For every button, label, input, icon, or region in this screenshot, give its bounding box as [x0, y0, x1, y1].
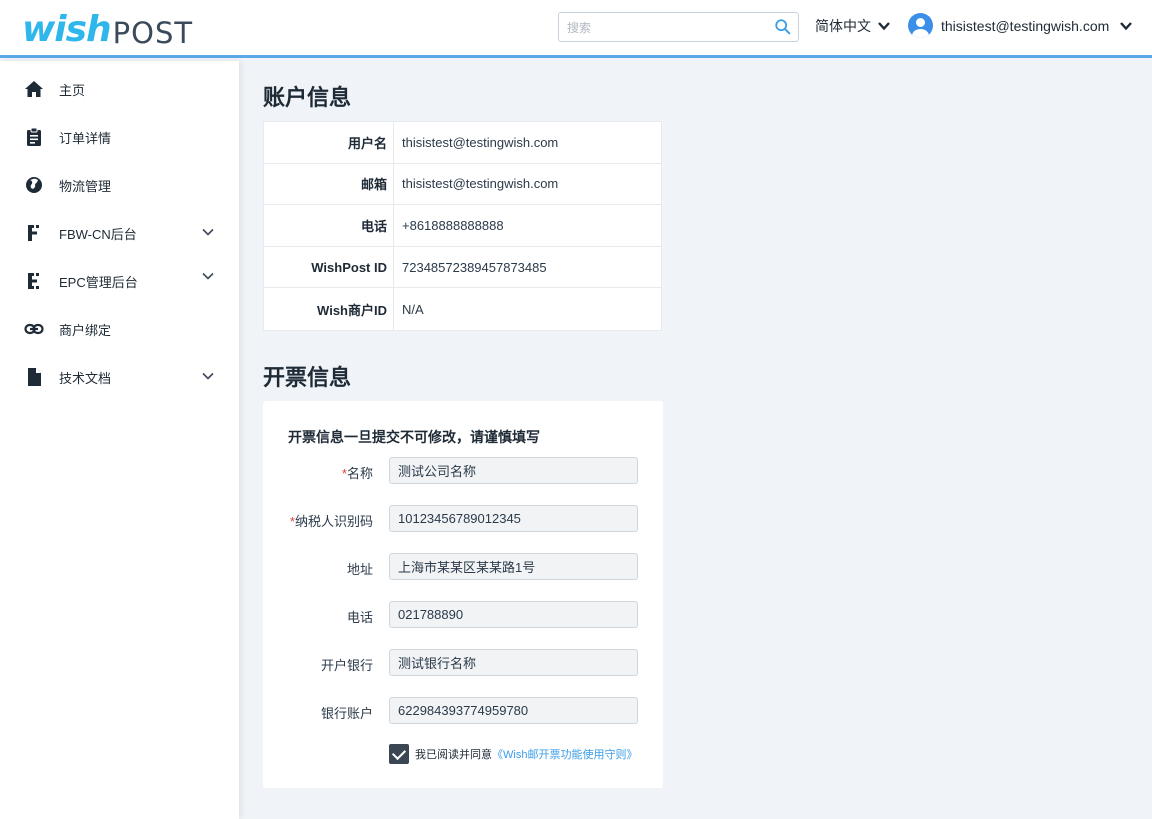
chevron-down-icon [202, 272, 214, 280]
table-row: Wish商户ID N/A [264, 288, 661, 330]
avatar-icon [908, 13, 933, 38]
sidebar-item-orders[interactable]: 订单详情 [0, 113, 239, 161]
clipboard-icon [27, 127, 41, 146]
field-label: 地址 [346, 562, 373, 577]
invoice-warning-note: 开票信息一旦提交不可修改，请谨慎填写 [288, 429, 540, 445]
logo-post-text: POST [112, 16, 194, 50]
form-row-taxpayer-id: *纳税人识别码 [263, 505, 663, 533]
sidebar-item-epc[interactable]: EPC管理后台 [0, 257, 239, 305]
home-icon [25, 81, 43, 97]
sidebar-item-home[interactable]: 主页 [0, 65, 239, 113]
sidebar-item-label: EPC管理后台 [59, 274, 138, 290]
row-value: thisistest@testingwish.com [402, 134, 559, 150]
user-menu[interactable]: thisistest@testingwish.com [908, 13, 1133, 38]
sidebar-item-label: 物流管理 [59, 178, 112, 194]
form-row-address: 地址 [263, 553, 663, 581]
table-row: WishPost ID 72348572389457873485 [264, 246, 661, 289]
chevron-down-icon [202, 228, 214, 236]
agree-text: 我已阅读并同意 [415, 749, 492, 761]
bank-name-input[interactable] [389, 649, 638, 676]
company-name-input[interactable] [389, 457, 638, 484]
sidebar-item-label: 技术文档 [59, 370, 112, 386]
agree-checkbox[interactable] [389, 744, 409, 764]
chevron-down-icon [878, 22, 890, 31]
invoice-info-title: 开票信息 [263, 365, 352, 390]
search-input[interactable] [567, 19, 767, 37]
language-selector[interactable]: 简体中文 [815, 16, 891, 36]
table-row: 电话 +8618888888888 [264, 205, 661, 247]
row-value: +8618888888888 [402, 217, 504, 233]
account-info-table: 用户名 thisistest@testingwish.com 邮箱 thisis… [263, 121, 662, 331]
search-icon[interactable] [774, 18, 792, 36]
sidebar-item-label: 主页 [59, 82, 86, 98]
row-value: N/A [402, 301, 424, 317]
sidebar-item-tech-docs[interactable]: 技术文档 [0, 353, 239, 401]
wishpost-logo[interactable]: wish POST [22, 8, 194, 50]
bank-account-input[interactable] [389, 697, 638, 724]
table-row: 用户名 thisistest@testingwish.com [264, 122, 661, 164]
taxpayer-id-input[interactable] [389, 505, 638, 532]
epc-icon [28, 273, 39, 289]
link-icon [24, 323, 44, 335]
field-label: *纳税人识别码 [289, 514, 373, 529]
user-email: thisistest@testingwish.com [941, 17, 1110, 34]
form-row-bank-account: 银行账户 [263, 697, 663, 725]
language-label: 简体中文 [815, 18, 871, 34]
row-value: 72348572389457873485 [402, 259, 547, 275]
globe-icon [26, 177, 42, 193]
row-key: 邮箱 [264, 163, 394, 205]
sidebar-item-label: 商户绑定 [59, 322, 112, 338]
field-label: 银行账户 [320, 706, 373, 721]
top-header: wish POST 简体中文 thisistest@testingwish.co… [0, 0, 1152, 58]
agreement-row: 我已阅读并同意 《Wish邮开票功能使用守则》 [389, 744, 637, 764]
invoice-form-card: 开票信息一旦提交不可修改，请谨慎填写 *名称 *纳税人识别码 地址 电话 开户银… [263, 401, 663, 788]
row-key: Wish商户ID [264, 288, 394, 330]
fbw-icon [28, 225, 39, 241]
form-row-bank: 开户银行 [263, 649, 663, 677]
field-label: *名称 [341, 466, 373, 481]
form-row-phone: 电话 [263, 601, 663, 629]
sidebar-item-label: FBW-CN后台 [59, 226, 137, 242]
sidebar-item-label: 订单详情 [59, 130, 112, 146]
search-box [558, 12, 799, 42]
chevron-down-icon [202, 372, 214, 380]
address-input[interactable] [389, 553, 638, 580]
sidebar-item-merchant-binding[interactable]: 商户绑定 [0, 305, 239, 353]
row-key: 用户名 [264, 122, 394, 163]
agreement-link[interactable]: 《Wish邮开票功能使用守则》 [492, 746, 637, 762]
form-row-name: *名称 [263, 457, 663, 485]
sidebar-item-fbw-cn[interactable]: FBW-CN后台 [0, 209, 239, 257]
sidebar-item-logistics[interactable]: 物流管理 [0, 161, 239, 209]
table-row: 邮箱 thisistest@testingwish.com [264, 163, 661, 206]
chevron-down-icon [1120, 21, 1133, 30]
phone-input[interactable] [389, 601, 638, 628]
row-key: WishPost ID [264, 246, 394, 288]
logo-wish-text: wish [22, 9, 112, 50]
document-icon [28, 368, 41, 386]
field-label: 电话 [346, 610, 373, 625]
account-info-title: 账户信息 [263, 85, 352, 110]
field-label: 开户银行 [320, 658, 373, 673]
sidebar: 主页 订单详情 物流管理 FBW-CN后台 EPC管理后台 商户绑定 技术文档 [0, 61, 239, 819]
row-key: 电话 [264, 205, 394, 246]
row-value: thisistest@testingwish.com [402, 176, 559, 192]
